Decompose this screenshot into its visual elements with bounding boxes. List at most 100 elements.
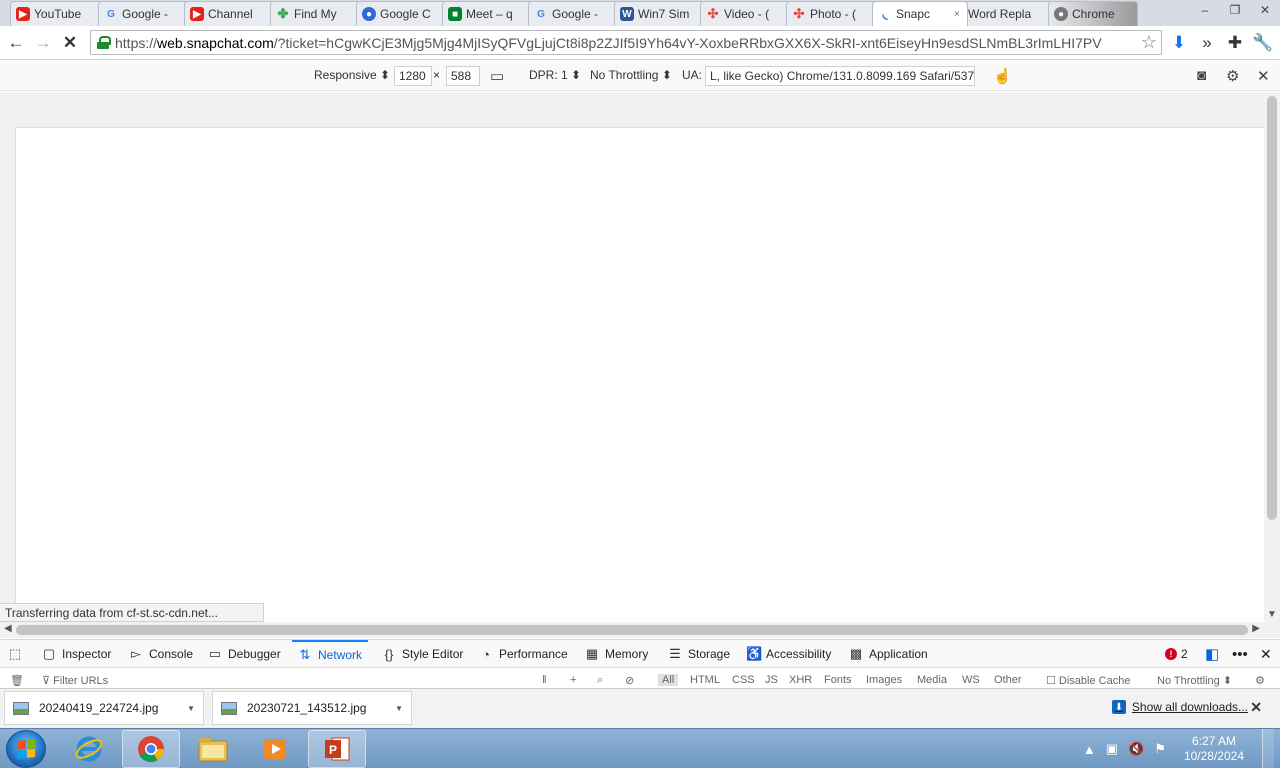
disable-cache-checkbox[interactable]: ☐ Disable Cache	[1046, 674, 1130, 687]
touch-simulation-icon[interactable]: ☝	[993, 67, 1012, 85]
search-icon[interactable]: ⌕	[597, 674, 603, 687]
google-icon: G	[107, 8, 115, 20]
filter-media[interactable]: Media	[917, 674, 947, 686]
dock-side-icon[interactable]: ◧	[1205, 640, 1219, 668]
start-button[interactable]	[6, 730, 46, 768]
tab-meet[interactable]: ■ Meet – q	[442, 1, 538, 26]
download-item[interactable]: 20230721_143512.jpg ▼	[212, 691, 412, 725]
settings-gear-icon[interactable]: ⚙	[1226, 67, 1239, 85]
screenshot-icon[interactable]: ◙	[1197, 67, 1206, 84]
tab-style-editor[interactable]: {} Style Editor	[382, 640, 464, 668]
chrome-icon[interactable]	[122, 730, 180, 768]
extensions-puzzle-icon[interactable]: ✚	[1222, 30, 1248, 56]
scroll-right-arrow-icon[interactable]: ▶	[1252, 623, 1260, 634]
add-icon[interactable]: +	[570, 674, 576, 686]
internet-explorer-icon[interactable]	[60, 730, 118, 768]
horizontal-scrollbar[interactable]: ◀ ▶	[0, 622, 1280, 638]
tab-snapchat[interactable]: ◟ Snapc ×	[872, 1, 968, 26]
overflow-chevron-icon[interactable]: »	[1194, 30, 1220, 56]
url-text[interactable]: https://web.snapchat.com/?ticket=hCgwKCj…	[115, 35, 1135, 51]
tab-google-2[interactable]: G Google -	[528, 1, 624, 26]
download-item[interactable]: 20240419_224724.jpg ▼	[4, 691, 204, 725]
tab-youtube[interactable]: ▶ YouTube	[10, 1, 106, 26]
volume-muted-icon[interactable]: 🔇	[1128, 741, 1144, 757]
close-devtools-icon[interactable]: ✕	[1260, 640, 1272, 668]
vertical-scrollbar[interactable]: ▼	[1264, 92, 1280, 622]
minimize-icon[interactable]: –	[1190, 0, 1220, 20]
tab-video[interactable]: ✣ Video - (	[700, 1, 796, 26]
error-count[interactable]: ! 2	[1165, 640, 1188, 668]
scroll-thumb[interactable]	[1267, 96, 1277, 520]
close-shelf-icon[interactable]: ✕	[1250, 699, 1262, 716]
file-explorer-icon[interactable]	[184, 730, 242, 768]
user-agent-input[interactable]: L, like Gecko) Chrome/131.0.8099.169 Saf…	[705, 66, 975, 86]
tab-memory[interactable]: ▦ Memory	[585, 640, 649, 668]
filter-xhr[interactable]: XHR	[789, 674, 812, 686]
stop-loading-icon[interactable]: ✕	[57, 30, 83, 56]
close-rdm-icon[interactable]: ✕	[1257, 67, 1270, 85]
rotate-viewport-icon[interactable]: ▭	[490, 67, 504, 85]
filter-other[interactable]: Other	[994, 674, 1022, 686]
media-player-icon[interactable]	[246, 730, 304, 768]
show-all-downloads-link[interactable]: ⬇ Show all downloads...	[1111, 700, 1248, 714]
wrench-icon[interactable]: 🔧	[1250, 30, 1276, 56]
filter-js[interactable]: JS	[765, 674, 778, 686]
tab-application[interactable]: ▩ Application	[849, 640, 928, 668]
filter-all[interactable]: All	[658, 674, 679, 686]
bookmark-star-icon[interactable]: ☆	[1141, 32, 1161, 53]
filter-ws[interactable]: WS	[962, 674, 980, 686]
powerpoint-icon[interactable]: P	[308, 730, 366, 768]
filter-html[interactable]: HTML	[690, 674, 720, 686]
tab-chrome[interactable]: ● Chrome	[1048, 1, 1138, 26]
device-selector[interactable]: Responsive ⬍	[314, 68, 390, 82]
tab-win7-sim[interactable]: W Win7 Sim	[614, 1, 710, 26]
show-desktop-button[interactable]	[1262, 729, 1274, 768]
viewport-width-input[interactable]: 1280	[394, 66, 432, 86]
filter-images[interactable]: Images	[866, 674, 902, 686]
tab-inspector[interactable]: ▢ Inspector	[42, 640, 112, 668]
filter-fonts[interactable]: Fonts	[824, 674, 852, 686]
tab-google-1[interactable]: G Google -	[98, 1, 194, 26]
scroll-down-arrow-icon[interactable]: ▼	[1267, 609, 1277, 620]
tab-storage[interactable]: ☰ Storage	[668, 640, 730, 668]
forward-arrow-icon[interactable]: →	[30, 30, 56, 56]
tab-google-contacts[interactable]: ● Google C	[356, 1, 452, 26]
back-arrow-icon[interactable]: ←	[3, 30, 29, 56]
more-options-icon[interactable]: •••	[1232, 640, 1248, 668]
download-icon[interactable]: ⬇	[1166, 30, 1192, 56]
action-center-flag-icon[interactable]: ⚑	[1154, 741, 1166, 757]
dpr-selector[interactable]: DPR: 1 ⬍	[529, 68, 581, 82]
viewport-height-input[interactable]: 588	[446, 66, 480, 86]
filter-css[interactable]: CSS	[732, 674, 755, 686]
tab-word-replace[interactable]: Word Repla	[962, 1, 1058, 26]
tab-accessibility[interactable]: ♿ Accessibility	[746, 640, 831, 668]
network-throttling-selector[interactable]: No Throttling ⬍	[1157, 674, 1232, 687]
tab-network[interactable]: ⇅ Network	[292, 640, 369, 668]
tab-console[interactable]: ▻ Console	[129, 640, 193, 668]
scroll-thumb[interactable]	[16, 625, 1248, 635]
chevron-down-icon[interactable]: ▼	[187, 704, 195, 713]
tab-find-my[interactable]: ✤ Find My	[270, 1, 366, 26]
throttling-selector[interactable]: No Throttling ⬍	[590, 68, 672, 82]
close-tab-icon[interactable]: ×	[954, 9, 962, 20]
tab-photo[interactable]: ✣ Photo - (	[786, 1, 882, 26]
element-picker-icon[interactable]: ⬚	[8, 640, 22, 668]
tab-debugger[interactable]: ▭ Debugger	[208, 640, 281, 668]
block-icon[interactable]: ⊘	[625, 674, 634, 687]
show-all-label: Show all downloads...	[1131, 700, 1248, 714]
network-settings-gear-icon[interactable]: ⚙	[1255, 674, 1265, 687]
scroll-left-arrow-icon[interactable]: ◀	[4, 623, 12, 634]
tab-channel[interactable]: ▶ Channel	[184, 1, 280, 26]
close-window-icon[interactable]: ✕	[1250, 0, 1280, 20]
chevron-down-icon[interactable]: ▼	[395, 704, 403, 713]
tab-performance[interactable]: ◔ Performance	[479, 640, 568, 668]
network-icon[interactable]: ▣	[1106, 741, 1118, 757]
trash-icon[interactable]: 🗑	[10, 674, 24, 687]
pause-icon[interactable]: ‖	[542, 674, 547, 686]
restore-icon[interactable]: ❐	[1220, 0, 1250, 20]
address-bar[interactable]: https://web.snapchat.com/?ticket=hCgwKCj…	[90, 30, 1162, 55]
show-hidden-icons-icon[interactable]: ▲	[1083, 742, 1096, 757]
clock[interactable]: 6:27 AM 10/28/2024	[1176, 734, 1252, 764]
page-viewport[interactable]	[15, 127, 1265, 622]
filter-input[interactable]: ⊽ Filter URLs	[42, 674, 108, 687]
